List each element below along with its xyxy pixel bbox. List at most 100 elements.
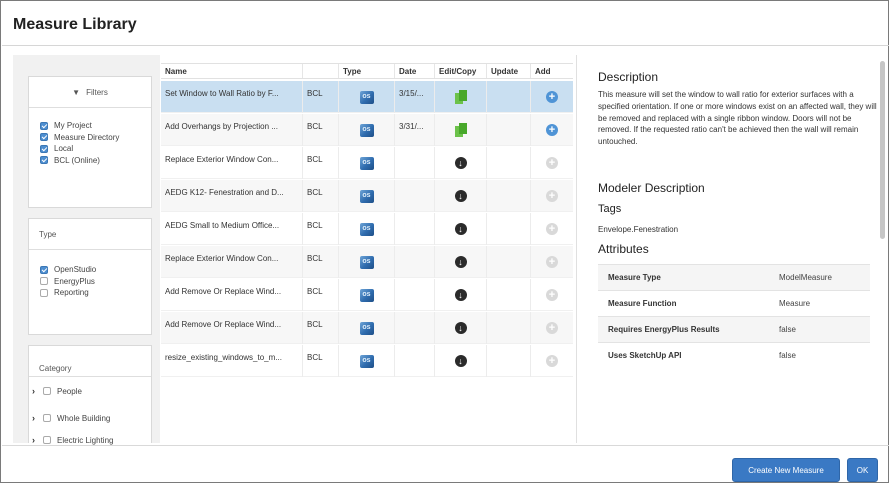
download-icon[interactable]: ↓ [454, 157, 467, 169]
chevron-right-icon[interactable]: › [32, 386, 40, 396]
download-icon[interactable]: ↓ [454, 322, 467, 334]
update-cell [487, 114, 531, 146]
measure-type-cell [339, 213, 395, 245]
column-header-name[interactable]: Name [161, 64, 303, 78]
update-cell [487, 147, 531, 179]
download-icon[interactable]: ↓ [454, 355, 467, 367]
update-cell [487, 345, 531, 377]
checkbox-empty-icon[interactable] [43, 387, 51, 395]
measure-library-dialog: Measure Library ▼ Filters My Project Mea… [0, 0, 889, 483]
attribute-row: Uses SketchUp API false [598, 342, 870, 368]
download-icon[interactable]: ↓ [454, 289, 467, 301]
description-heading: Description [598, 70, 659, 84]
checkbox-checked-icon[interactable] [40, 156, 48, 165]
table-row[interactable]: resize_existing_windows_to_m... BCL ↓ + [161, 345, 573, 377]
checkbox-empty-icon[interactable] [40, 277, 48, 286]
filter-label: BCL (Online) [54, 155, 100, 165]
table-row[interactable]: Add Remove Or Replace Wind... BCL ↓ + [161, 279, 573, 311]
column-header-add[interactable]: Add [531, 64, 573, 78]
column-header-edit-copy[interactable]: Edit/Copy [435, 64, 487, 78]
table-row[interactable]: Add Overhangs by Projection ... BCL 3/31/.… [161, 114, 573, 146]
add-cell: + [531, 114, 573, 146]
column-header-update[interactable]: Update [487, 64, 531, 78]
copy-icon[interactable] [454, 122, 467, 138]
measure-type-cell [339, 114, 395, 146]
dialog-header: Measure Library [2, 2, 889, 46]
update-cell [487, 213, 531, 245]
checkbox-checked-icon[interactable] [40, 121, 48, 130]
measure-type-cell [339, 345, 395, 377]
download-icon[interactable]: ↓ [454, 190, 467, 202]
filters-header[interactable]: ▼ Filters [29, 77, 151, 108]
checkbox-checked-icon[interactable] [40, 133, 48, 142]
attribute-value: false [779, 325, 796, 334]
update-cell [487, 246, 531, 278]
details-scrollbar[interactable] [880, 61, 885, 239]
attribute-value: Measure [779, 299, 811, 308]
measure-name-cell: Set Window to Wall Ratio by F... [161, 81, 303, 113]
type-openstudio[interactable]: OpenStudio [29, 264, 151, 276]
description-text: This measure will set the window to wall… [598, 90, 877, 147]
filter-label: My Project [54, 121, 92, 131]
dialog-footer: Create New Measure OK [2, 445, 889, 483]
chevron-right-icon[interactable]: › [32, 435, 40, 445]
category-item-whole-building[interactable]: › Whole Building [29, 413, 110, 423]
measure-date: 3/31/... [399, 122, 424, 131]
measure-source-cell: BCL [303, 246, 339, 278]
measure-source-cell: BCL [303, 147, 339, 179]
update-cell [487, 180, 531, 212]
openstudio-measure-icon [359, 122, 374, 138]
measure-name: Add Remove Or Replace Wind... [165, 320, 282, 329]
openstudio-measure-icon [359, 89, 374, 105]
modeler-description-heading: Modeler Description [598, 181, 705, 195]
category-item-electric-lighting[interactable]: › Electric Lighting [29, 435, 113, 445]
download-icon[interactable]: ↓ [454, 223, 467, 235]
download-icon[interactable]: ↓ [454, 256, 467, 268]
chevron-right-icon[interactable]: › [32, 413, 40, 423]
type-energyplus[interactable]: EnergyPlus [29, 276, 151, 288]
measure-name: AEDG Small to Medium Office... [165, 221, 280, 230]
measure-name: Replace Exterior Window Con... [165, 155, 279, 164]
measure-table: Name Type Date Edit/Copy Update Add Set … [161, 55, 577, 443]
add-icon[interactable]: + [546, 124, 558, 136]
filter-my-project[interactable]: My Project [29, 120, 151, 132]
update-cell [487, 81, 531, 113]
checkbox-checked-icon[interactable] [40, 144, 48, 153]
column-header-type[interactable]: Type [339, 64, 395, 78]
add-disabled-icon: + [546, 157, 558, 169]
add-icon[interactable]: + [546, 91, 558, 103]
measure-source-cell: BCL [303, 279, 339, 311]
ok-button[interactable]: OK [847, 458, 878, 482]
edit-copy-cell: ↓ [435, 180, 487, 212]
attribute-row: Requires EnergyPlus Results false [598, 316, 870, 342]
checkbox-empty-icon[interactable] [43, 414, 51, 422]
attribute-key: Requires EnergyPlus Results [608, 325, 720, 334]
measure-date-cell [395, 246, 435, 278]
category-item-people[interactable]: › People [29, 386, 82, 396]
table-row[interactable]: Replace Exterior Window Con... BCL ↓ + [161, 147, 573, 179]
column-header-source[interactable] [303, 64, 339, 78]
checkbox-empty-icon[interactable] [43, 436, 51, 444]
measure-name-cell: Add Remove Or Replace Wind... [161, 279, 303, 311]
category-label: People [57, 386, 82, 396]
measure-name-cell: Add Overhangs by Projection ... [161, 114, 303, 146]
filter-local[interactable]: Local [29, 143, 151, 155]
table-row[interactable]: Replace Exterior Window Con... BCL ↓ + [161, 246, 573, 278]
copy-icon[interactable] [454, 89, 467, 105]
table-row[interactable]: Set Window to Wall Ratio by F... BCL 3/15/… [161, 81, 573, 113]
type-reporting[interactable]: Reporting [29, 287, 151, 299]
filter-measure-directory[interactable]: Measure Directory [29, 132, 151, 144]
checkbox-checked-icon[interactable] [40, 265, 48, 274]
attribute-key: Measure Type [608, 273, 661, 282]
filter-bcl-online[interactable]: BCL (Online) [29, 155, 151, 167]
measure-type-cell [339, 279, 395, 311]
checkbox-empty-icon[interactable] [40, 288, 48, 297]
table-row[interactable]: Add Remove Or Replace Wind... BCL ↓ + [161, 312, 573, 344]
filter-label: Measure Directory [54, 132, 120, 142]
update-cell [487, 279, 531, 311]
column-header-date[interactable]: Date [395, 64, 435, 78]
type-label: Reporting [54, 288, 89, 298]
create-new-measure-button[interactable]: Create New Measure [732, 458, 840, 482]
table-row[interactable]: AEDG Small to Medium Office... BCL ↓ + [161, 213, 573, 245]
table-row[interactable]: AEDG K12- Fenestration and D... BCL ↓ + [161, 180, 573, 212]
